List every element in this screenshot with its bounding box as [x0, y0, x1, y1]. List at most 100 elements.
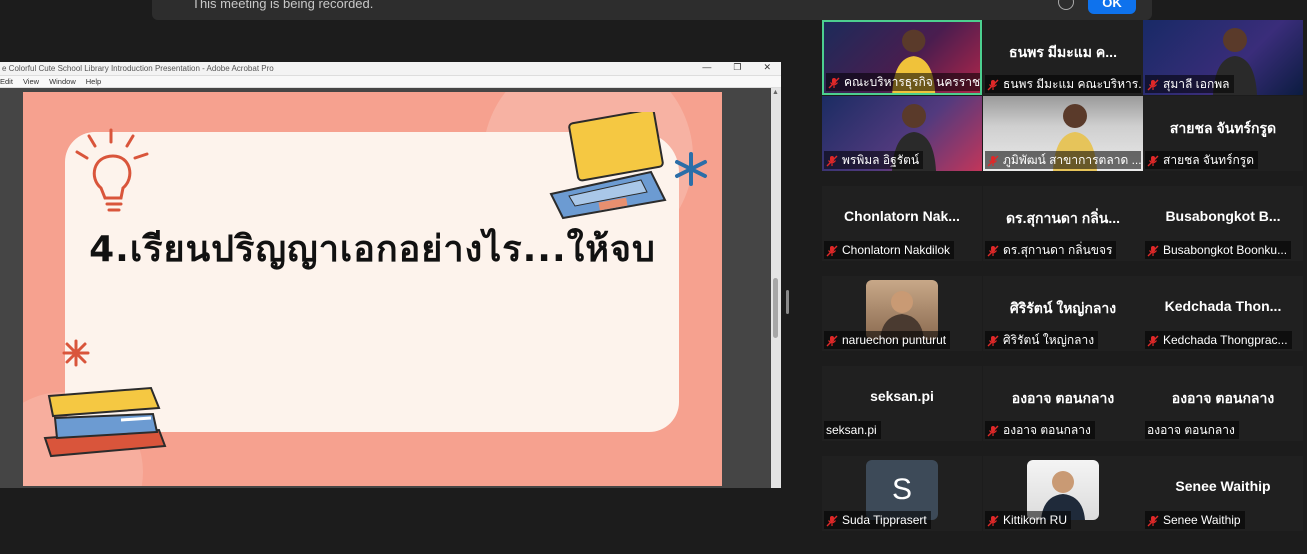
participant-name-label: seksan.pi — [824, 421, 881, 439]
participant-name-label: Senee Waithip — [1145, 511, 1245, 529]
participant-name-label: naruechon punturut — [824, 331, 951, 349]
participant-display-name: สายชล จันทร์กรูด — [1169, 120, 1277, 136]
participant-tile[interactable]: สายชล จันทร์กรูด สายชล จันทร์กรูด — [1143, 96, 1303, 171]
participant-tile[interactable]: naruechon punturut — [822, 276, 982, 351]
muted-mic-icon — [1147, 514, 1159, 527]
slide-title: 4.เรียนปริญญาเอกอย่างไร...ให้จบ — [89, 229, 656, 270]
participant-name: Kedchada Thongprac... — [1163, 333, 1288, 347]
muted-mic-icon — [987, 424, 999, 437]
participant-name-label: Kittikorn RU — [985, 511, 1072, 529]
participant-name: คณะบริหารธุรกิจ นครราชสีมา — [844, 75, 981, 89]
participant-name-label: คณะบริหารธุรกิจ นครราชสีมา — [826, 73, 981, 91]
participant-name-label: สายชล จันทร์กรูด — [1145, 151, 1259, 169]
participant-tile[interactable]: ดร.สุกานดา กลิ่น... ดร.สุกานดา กลิ่นขจร — [983, 186, 1143, 261]
participant-name-label: Busabongkot Boonku... — [1145, 241, 1292, 259]
participant-name: Busabongkot Boonku... — [1163, 243, 1288, 257]
scroll-thumb[interactable] — [773, 278, 778, 338]
recording-message: This meeting is being recorded. — [192, 0, 374, 11]
participant-display-name: Kedchada Thon... — [1164, 298, 1282, 314]
participant-display-name: Busabongkot B... — [1165, 208, 1281, 224]
participant-tile[interactable]: สุมาลี เอกพล — [1143, 20, 1303, 95]
participant-name: องอาจ ตอนกลาง — [1003, 423, 1091, 437]
window-menubar: Edit View Window Help — [0, 76, 781, 88]
sparkle-icon — [62, 339, 90, 367]
participant-name: พรพิมล อิฐรัตน์ — [842, 153, 920, 167]
participant-name: ภูมิพัฒน์ สาขาการตลาด ... — [1003, 153, 1141, 167]
scroll-up-icon[interactable]: ▲ — [772, 89, 779, 96]
participant-tile[interactable]: องอาจ ตอนกลาง องอาจ ตอนกลาง — [983, 366, 1143, 441]
participant-name: สุมาลี เอกพล — [1163, 77, 1230, 91]
participant-display-name: ศิริรัตน์ ใหญ่กลาง — [1009, 300, 1117, 316]
participant-name: Kittikorn RU — [1003, 513, 1068, 527]
menu-help[interactable]: Help — [86, 76, 101, 87]
participant-display-name: seksan.pi — [870, 388, 934, 404]
participant-name: Senee Waithip — [1163, 513, 1241, 527]
muted-mic-icon — [987, 78, 999, 91]
participant-name: Suda Tipprasert — [842, 513, 927, 527]
participant-tile[interactable]: องอาจ ตอนกลาง องอาจ ตอนกลาง — [1143, 366, 1303, 441]
participant-display-name: ธนพร มีมะแม ค... — [1009, 44, 1117, 60]
muted-mic-icon — [826, 514, 838, 527]
participant-tile[interactable]: Kittikorn RU — [983, 456, 1143, 531]
participant-name-label: ภูมิพัฒน์ สาขาการตลาด ... — [985, 151, 1141, 169]
participant-name-label: ศิริรัตน์ ใหญ่กลาง — [985, 331, 1099, 349]
muted-mic-icon — [987, 244, 999, 257]
muted-mic-icon — [987, 154, 999, 167]
lightbulb-icon — [75, 128, 149, 212]
muted-mic-icon — [826, 244, 838, 257]
participant-tile[interactable]: Senee Waithip Senee Waithip — [1143, 456, 1303, 531]
participant-tile[interactable]: ภูมิพัฒน์ สาขาการตลาด ... — [983, 96, 1143, 171]
muted-mic-icon — [1147, 78, 1159, 91]
participant-name-label: ธนพร มีมะแม คณะบริหาร... — [985, 75, 1141, 93]
participant-name-label: องอาจ ตอนกลาง — [985, 421, 1095, 439]
participant-name: องอาจ ตอนกลาง — [1147, 423, 1235, 437]
participant-name: naruechon punturut — [842, 333, 947, 347]
participant-tile[interactable]: ธนพร มีมะแม ค... ธนพร มีมะแม คณะบริหาร... — [983, 20, 1143, 95]
participant-tile[interactable]: ศิริรัตน์ ใหญ่กลาง ศิริรัตน์ ใหญ่กลาง — [983, 276, 1143, 351]
participant-tile[interactable]: S Suda Tipprasert — [822, 456, 982, 531]
maximize-icon[interactable]: ❐ — [733, 62, 741, 73]
menu-edit[interactable]: Edit — [0, 76, 13, 87]
document-area: 4.เรียนปริญญาเอกอย่างไร...ให้จบ ▲ — [0, 88, 781, 488]
minimize-icon[interactable]: — — [702, 62, 711, 73]
participant-tile[interactable]: Chonlatorn Nak... Chonlatorn Nakdilok — [822, 186, 982, 261]
participant-name-label: Suda Tipprasert — [824, 511, 931, 529]
participant-tile[interactable]: คณะบริหารธุรกิจ นครราชสีมา — [822, 20, 982, 95]
menu-view[interactable]: View — [23, 76, 39, 87]
participant-name-label: สุมาลี เอกพล — [1145, 75, 1234, 93]
participant-tile[interactable]: พรพิมล อิฐรัตน์ — [822, 96, 982, 171]
ok-button[interactable]: OK — [1088, 0, 1136, 14]
muted-mic-icon — [1147, 244, 1159, 257]
info-icon[interactable] — [1058, 0, 1074, 10]
window-title: e Colorful Cute School Library Introduct… — [2, 64, 274, 73]
muted-mic-icon — [826, 334, 838, 347]
books-icon — [43, 386, 167, 458]
participant-name: ธนพร มีมะแม คณะบริหาร... — [1003, 77, 1141, 91]
participant-tile[interactable]: Busabongkot B... Busabongkot Boonku... — [1143, 186, 1303, 261]
participant-gallery: คณะบริหารธุรกิจ นครราชสีมาธนพร มีมะแม ค.… — [822, 20, 1306, 546]
split-view-handle[interactable] — [786, 290, 789, 314]
participant-display-name: องอาจ ตอนกลาง — [1171, 390, 1275, 406]
presentation-slide: 4.เรียนปริญญาเอกอย่างไร...ให้จบ — [23, 92, 722, 486]
participant-display-name: Chonlatorn Nak... — [844, 208, 960, 224]
participant-name: สายชล จันทร์กรูด — [1163, 153, 1255, 167]
muted-mic-icon — [1147, 334, 1159, 347]
vertical-scrollbar[interactable]: ▲ — [771, 88, 781, 488]
participant-name-label: Chonlatorn Nakdilok — [824, 241, 955, 259]
muted-mic-icon — [987, 334, 999, 347]
participant-tile[interactable]: Kedchada Thon... Kedchada Thongprac... — [1143, 276, 1303, 351]
laptop-icon — [549, 112, 707, 220]
menu-window[interactable]: Window — [49, 76, 76, 87]
close-icon[interactable]: ✕ — [763, 62, 771, 73]
participant-display-name: Senee Waithip — [1175, 478, 1271, 494]
participant-name-label: องอาจ ตอนกลาง — [1145, 421, 1239, 439]
muted-mic-icon — [826, 154, 838, 167]
muted-mic-icon — [1147, 154, 1159, 167]
participant-name-label: พรพิมล อิฐรัตน์ — [824, 151, 924, 169]
zoom-meeting-window: This meeting is being recorded. OK e Col… — [0, 0, 1307, 554]
participant-name-label: ดร.สุกานดา กลิ่นขจร — [985, 241, 1117, 259]
muted-mic-icon — [828, 76, 840, 89]
window-titlebar: e Colorful Cute School Library Introduct… — [0, 62, 781, 76]
muted-mic-icon — [987, 514, 999, 527]
participant-tile[interactable]: seksan.pi seksan.pi — [822, 366, 982, 441]
